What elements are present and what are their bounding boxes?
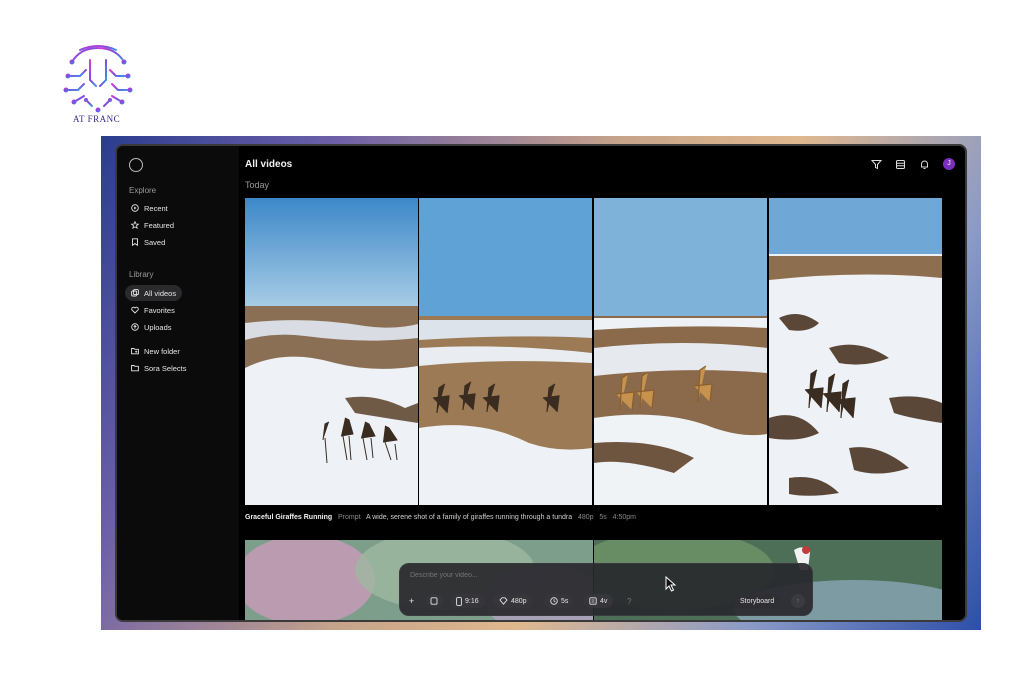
sidebar-item-label: New folder xyxy=(144,346,180,356)
play-circle-icon xyxy=(131,204,139,212)
duration-button[interactable]: 5s xyxy=(544,594,575,608)
sidebar-item-recent[interactable]: Recent xyxy=(125,200,174,216)
brand-logo-text: AT FRANC xyxy=(73,114,121,124)
app-window: Explore Recent Featured Saved Library Al… xyxy=(115,144,967,622)
screenshot-frame: Explore Recent Featured Saved Library Al… xyxy=(101,136,981,630)
video-caption: Graceful Giraffes Running Prompt A wide,… xyxy=(245,514,636,521)
sidebar-item-uploads[interactable]: Uploads xyxy=(125,319,178,335)
duration-value: 5s xyxy=(561,597,569,605)
brand-logo xyxy=(63,45,133,113)
storyboard-button[interactable]: Storyboard xyxy=(734,594,781,608)
diamond-icon xyxy=(499,597,508,605)
video-duration: 5s xyxy=(599,514,607,521)
video-thumbnail[interactable] xyxy=(245,198,418,505)
sidebar: Explore Recent Featured Saved Library Al… xyxy=(117,146,239,620)
media-button[interactable] xyxy=(426,594,444,608)
variations-icon xyxy=(589,597,597,605)
video-title[interactable]: Graceful Giraffes Running xyxy=(245,514,332,521)
aspect-ratio-value: 9:16 xyxy=(465,597,479,605)
resolution-button[interactable]: 480p xyxy=(493,594,533,608)
section-heading: Today xyxy=(245,180,270,190)
mouse-cursor-icon xyxy=(665,576,677,592)
page-title: All videos xyxy=(245,159,293,170)
sidebar-item-sora-selects[interactable]: Sora Selects xyxy=(125,360,193,376)
app-logo-icon[interactable] xyxy=(129,158,143,172)
heart-icon xyxy=(131,306,139,314)
aspect-ratio-button[interactable]: 9:16 xyxy=(450,594,485,608)
sidebar-item-favorites[interactable]: Favorites xyxy=(125,302,181,318)
library-heading: Library xyxy=(129,270,154,279)
video-resolution: 480p xyxy=(577,514,594,521)
sidebar-item-label: Uploads xyxy=(144,322,172,332)
image-icon xyxy=(430,597,438,605)
variations-value: 4v xyxy=(600,597,608,605)
avatar[interactable]: J xyxy=(943,158,955,170)
sidebar-item-label: Sora Selects xyxy=(144,363,187,373)
help-button[interactable]: ? xyxy=(627,594,631,608)
new-folder-icon xyxy=(131,348,139,355)
sidebar-item-all-videos[interactable]: All videos xyxy=(125,285,183,301)
video-thumbnail[interactable] xyxy=(419,198,592,505)
clock-icon xyxy=(550,597,558,605)
folder-icon xyxy=(131,365,139,372)
describe-video-input[interactable] xyxy=(410,572,660,579)
videos-icon xyxy=(131,289,139,297)
sidebar-item-new-folder[interactable]: New folder xyxy=(125,343,186,359)
prompt-label: Prompt xyxy=(337,514,361,521)
resolution-value: 480p xyxy=(511,597,527,605)
explore-heading: Explore xyxy=(129,186,157,195)
grid-view-icon[interactable] xyxy=(895,159,906,170)
bookmark-icon xyxy=(132,238,138,246)
add-button[interactable]: + xyxy=(409,594,414,608)
variations-button[interactable]: 4v xyxy=(583,594,614,608)
sidebar-item-label: Saved xyxy=(144,237,166,247)
submit-button[interactable]: ↑ xyxy=(791,594,805,608)
filter-icon[interactable] xyxy=(871,159,882,170)
upload-icon xyxy=(131,323,139,331)
sidebar-item-label: Featured xyxy=(144,220,175,230)
video-thumbnail[interactable] xyxy=(769,198,942,505)
portrait-icon xyxy=(456,596,462,606)
top-toolbar: J xyxy=(871,158,955,170)
star-icon xyxy=(131,221,139,229)
video-thumbnail[interactable] xyxy=(594,198,767,505)
prompt-composer: + 9:16 480p 5s 4v ? Storyboard ↑ xyxy=(399,563,813,616)
sidebar-item-label: Favorites xyxy=(144,305,175,315)
sidebar-item-saved[interactable]: Saved xyxy=(125,234,171,250)
sidebar-item-featured[interactable]: Featured xyxy=(125,217,180,233)
bell-icon[interactable] xyxy=(919,159,930,170)
video-time: 4:50pm xyxy=(612,514,636,521)
sidebar-item-label: Recent xyxy=(144,203,168,213)
prompt-text: A wide, serene shot of a family of giraf… xyxy=(365,514,573,521)
sidebar-item-label: All videos xyxy=(144,288,177,298)
